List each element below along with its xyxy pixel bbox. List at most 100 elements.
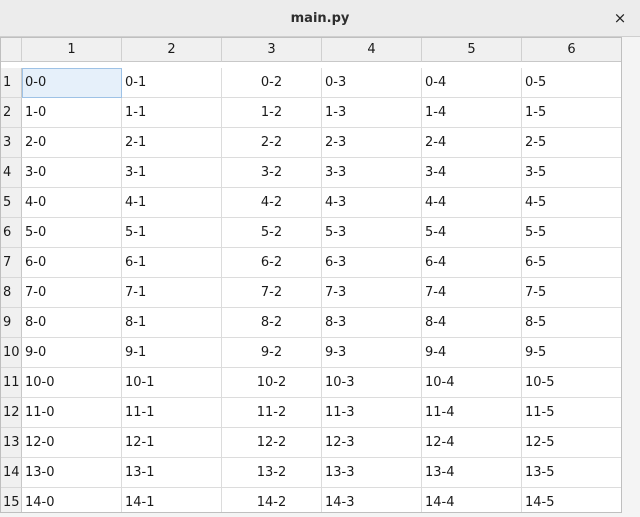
table-cell[interactable]: 3-1 (122, 158, 222, 188)
table-cell[interactable]: 7-0 (22, 278, 122, 308)
row-header[interactable]: 12 (1, 398, 22, 428)
table-cell[interactable]: 10-4 (422, 368, 522, 398)
table-cell[interactable]: 2-5 (522, 128, 621, 158)
table-cell[interactable]: 13-1 (122, 458, 222, 488)
row-header[interactable]: 6 (1, 218, 22, 248)
table-cell[interactable]: 0-1 (122, 68, 222, 98)
table-cell[interactable]: 6-5 (522, 248, 621, 278)
table-cell[interactable]: 7-5 (522, 278, 621, 308)
table-cell[interactable]: 8-2 (222, 308, 322, 338)
table-cell[interactable]: 7-3 (322, 278, 422, 308)
table-cell[interactable]: 8-5 (522, 308, 621, 338)
row-header[interactable]: 3 (1, 128, 22, 158)
table-cell[interactable]: 2-4 (422, 128, 522, 158)
table-cell[interactable]: 13-3 (322, 458, 422, 488)
table-cell[interactable]: 0-2 (222, 68, 322, 98)
table-cell[interactable]: 6-1 (122, 248, 222, 278)
row-header[interactable]: 1 (1, 68, 22, 98)
table-cell[interactable]: 9-4 (422, 338, 522, 368)
table-cell[interactable]: 2-0 (22, 128, 122, 158)
table-cell[interactable]: 10-3 (322, 368, 422, 398)
row-header[interactable]: 13 (1, 428, 22, 458)
table-cell[interactable]: 4-5 (522, 188, 621, 218)
column-header[interactable]: 3 (222, 38, 322, 62)
table-cell[interactable]: 4-1 (122, 188, 222, 218)
table-cell[interactable]: 0-3 (322, 68, 422, 98)
row-header[interactable]: 15 (1, 488, 22, 512)
table-cell[interactable]: 7-2 (222, 278, 322, 308)
table-cell[interactable]: 6-2 (222, 248, 322, 278)
table-cell[interactable]: 2-2 (222, 128, 322, 158)
table-cell[interactable]: 12-4 (422, 428, 522, 458)
table-cell[interactable]: 4-0 (22, 188, 122, 218)
table-cell[interactable]: 5-0 (22, 218, 122, 248)
table-cell[interactable]: 11-2 (222, 398, 322, 428)
table-cell[interactable]: 2-1 (122, 128, 222, 158)
table-cell[interactable]: 6-4 (422, 248, 522, 278)
table-cell[interactable]: 1-0 (22, 98, 122, 128)
table-cell[interactable]: 13-4 (422, 458, 522, 488)
table-cell[interactable]: 5-4 (422, 218, 522, 248)
table-cell[interactable]: 1-2 (222, 98, 322, 128)
table-cell[interactable]: 14-5 (522, 488, 621, 512)
column-header[interactable]: 4 (322, 38, 422, 62)
table-cell[interactable]: 7-4 (422, 278, 522, 308)
column-header[interactable]: 5 (422, 38, 522, 62)
table-widget[interactable]: 1 2 3 4 5 6 1 0-0 0-1 0-2 0-3 0-4 0-5 2 1-0 1-1 1-… (0, 37, 622, 513)
table-cell[interactable]: 11-0 (22, 398, 122, 428)
table-cell[interactable]: 3-3 (322, 158, 422, 188)
row-header[interactable]: 7 (1, 248, 22, 278)
table-cell[interactable]: 6-3 (322, 248, 422, 278)
row-header[interactable]: 14 (1, 458, 22, 488)
table-cell[interactable]: 9-2 (222, 338, 322, 368)
column-header[interactable]: 6 (522, 38, 621, 62)
table-cell[interactable]: 0-4 (422, 68, 522, 98)
table-cell[interactable]: 9-1 (122, 338, 222, 368)
table-cell[interactable]: 7-1 (122, 278, 222, 308)
table-cell[interactable]: 8-3 (322, 308, 422, 338)
table-cell[interactable]: 12-2 (222, 428, 322, 458)
table-cell[interactable]: 11-3 (322, 398, 422, 428)
table-cell[interactable]: 5-2 (222, 218, 322, 248)
table-cell[interactable]: 0-5 (522, 68, 621, 98)
row-header[interactable]: 2 (1, 98, 22, 128)
table-cell[interactable]: 11-5 (522, 398, 621, 428)
row-header[interactable]: 4 (1, 158, 22, 188)
title-bar[interactable]: main.py × (0, 0, 640, 37)
table-cell[interactable]: 12-0 (22, 428, 122, 458)
table-cell[interactable]: 1-1 (122, 98, 222, 128)
table-cell[interactable]: 10-1 (122, 368, 222, 398)
table-cell[interactable]: 0-0 (22, 68, 122, 98)
table-cell[interactable]: 13-0 (22, 458, 122, 488)
table-cell[interactable]: 14-2 (222, 488, 322, 512)
table-cell[interactable]: 9-3 (322, 338, 422, 368)
table-cell[interactable]: 14-3 (322, 488, 422, 512)
table-cell[interactable]: 9-0 (22, 338, 122, 368)
column-header[interactable]: 2 (122, 38, 222, 62)
table-cell[interactable]: 10-0 (22, 368, 122, 398)
row-header[interactable]: 11 (1, 368, 22, 398)
table-cell[interactable]: 11-4 (422, 398, 522, 428)
table-cell[interactable]: 3-5 (522, 158, 621, 188)
table-cell[interactable]: 13-5 (522, 458, 621, 488)
table-cell[interactable]: 8-0 (22, 308, 122, 338)
table-cell[interactable]: 10-5 (522, 368, 621, 398)
row-header[interactable]: 5 (1, 188, 22, 218)
row-header[interactable]: 9 (1, 308, 22, 338)
table-cell[interactable]: 14-0 (22, 488, 122, 512)
table-cell[interactable]: 5-5 (522, 218, 621, 248)
table-cell[interactable]: 3-4 (422, 158, 522, 188)
table-cell[interactable]: 4-4 (422, 188, 522, 218)
table-cell[interactable]: 14-4 (422, 488, 522, 512)
table-cell[interactable]: 11-1 (122, 398, 222, 428)
table-cell[interactable]: 8-4 (422, 308, 522, 338)
table-cell[interactable]: 8-1 (122, 308, 222, 338)
table-cell[interactable]: 1-4 (422, 98, 522, 128)
table-cell[interactable]: 3-2 (222, 158, 322, 188)
close-icon[interactable]: × (610, 8, 630, 28)
table-cell[interactable]: 5-3 (322, 218, 422, 248)
table-corner[interactable] (1, 38, 22, 62)
table-cell[interactable]: 4-3 (322, 188, 422, 218)
row-header[interactable]: 8 (1, 278, 22, 308)
table-cell[interactable]: 5-1 (122, 218, 222, 248)
